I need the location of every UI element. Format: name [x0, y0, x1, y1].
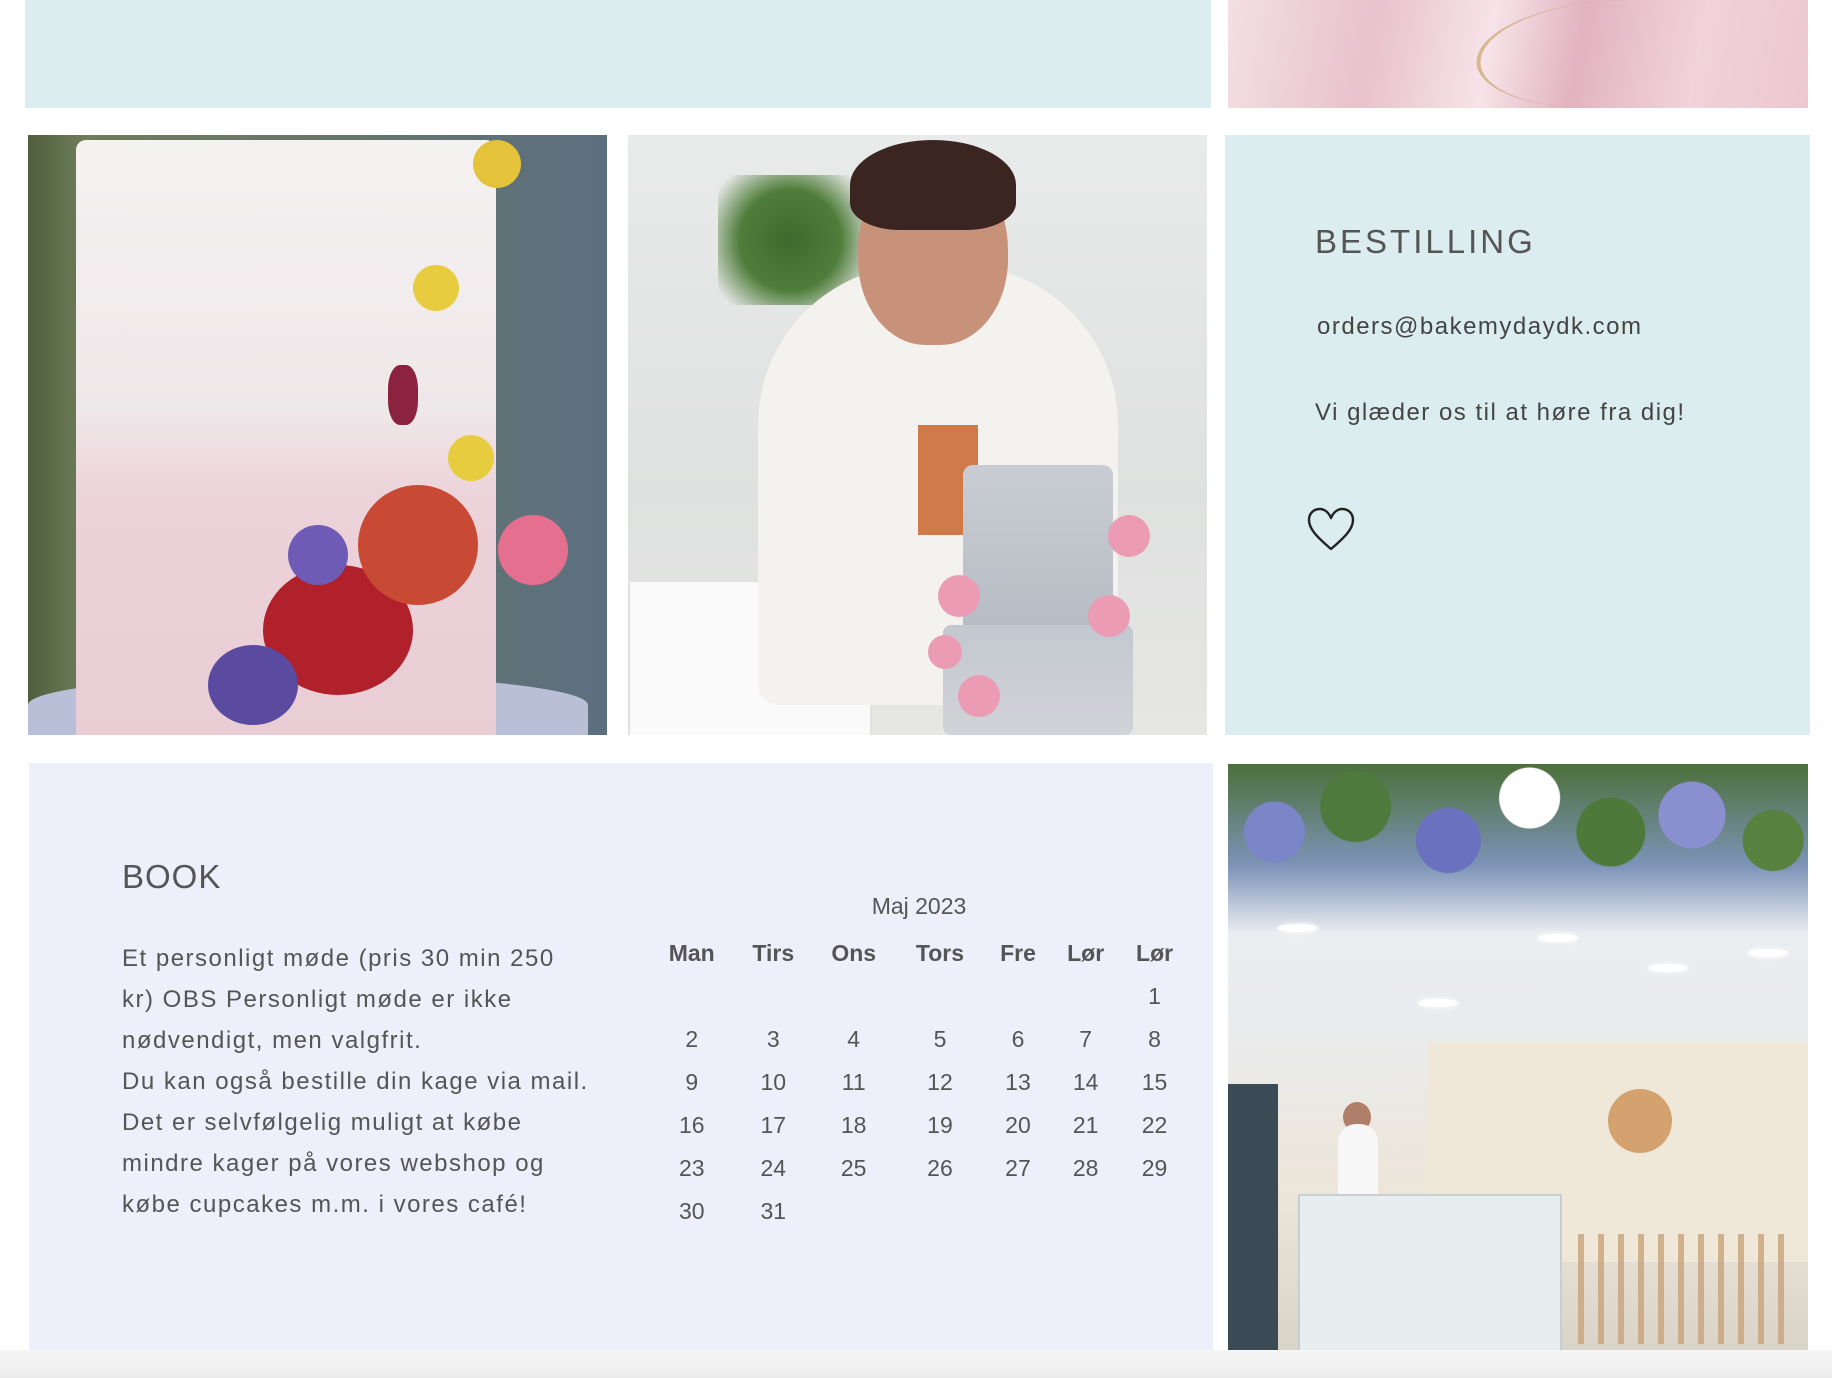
booking-description: Et personligt møde (pris 30 min 250 kr) …: [122, 938, 592, 1225]
calendar-day[interactable]: 30: [649, 1190, 734, 1233]
calendar-day[interactable]: 19: [895, 1104, 984, 1147]
calendar-day[interactable]: 10: [734, 1061, 812, 1104]
booking-paragraph: Du kan også bestille din kage via mail. …: [122, 1068, 589, 1218]
calendar-day[interactable]: 13: [985, 1061, 1052, 1104]
order-panel: BESTILLING orders@bakemydaydk.com Vi glæ…: [1225, 135, 1810, 735]
flower-cake-photo: [28, 135, 607, 735]
calendar-day[interactable]: 6: [985, 1018, 1052, 1061]
calendar-weekday-row: Man Tirs Ons Tors Fre Lør Lør: [649, 932, 1189, 975]
calendar-weekday-label: Lør: [1067, 940, 1105, 966]
calendar-day[interactable]: 16: [649, 1104, 734, 1147]
baker-photo: [628, 135, 1207, 735]
calendar-day[interactable]: 7: [1051, 1018, 1120, 1061]
calendar-day[interactable]: 25: [812, 1147, 895, 1190]
calendar-day[interactable]: 18: [812, 1104, 895, 1147]
calendar-weekday-label: Tors: [915, 940, 965, 966]
calendar-day[interactable]: 20: [985, 1104, 1052, 1147]
booking-calendar: Maj 2023 Man Tirs Ons Tors Fre Lør Lør 1234567…: [649, 893, 1189, 1233]
calendar-grid: Man Tirs Ons Tors Fre Lør Lør 1 2 3 4 5 6 7 8 9 10 11 12 1…: [649, 932, 1189, 1233]
booking-panel: BOOK Et personligt møde (pris 30 min 250…: [29, 763, 1213, 1363]
calendar-week-row: 16 17 18 19 20 21 22: [649, 1104, 1189, 1147]
calendar-week-row: 30 31: [649, 1190, 1189, 1233]
calendar-week-row: 1: [649, 975, 1189, 1018]
calendar-day[interactable]: 21: [1051, 1104, 1120, 1147]
calendar-day[interactable]: 28: [1051, 1147, 1120, 1190]
calendar-empty-cell: [812, 975, 895, 1018]
calendar-empty-cell: [734, 975, 812, 1018]
calendar-day[interactable]: 31: [734, 1190, 812, 1233]
calendar-month-label: Maj 2023: [871, 893, 967, 919]
cafe-interior-photo: [1228, 764, 1808, 1364]
calendar-empty-cell: [649, 975, 734, 1018]
calendar-day[interactable]: 3: [734, 1018, 812, 1061]
calendar-day[interactable]: 4: [812, 1018, 895, 1061]
heart-icon: [1307, 507, 1355, 551]
calendar-empty-cell: [1051, 1190, 1120, 1233]
order-tagline: Vi glæder os til at høre fra dig!: [1315, 399, 1686, 426]
top-banner-panel: [25, 0, 1211, 108]
calendar-day[interactable]: 23: [649, 1147, 734, 1190]
calendar-day[interactable]: 11: [812, 1061, 895, 1104]
page-bottom-edge: [0, 1350, 1832, 1378]
calendar-day[interactable]: 14: [1051, 1061, 1120, 1104]
calendar-day[interactable]: 1: [1120, 975, 1189, 1018]
calendar-day[interactable]: 22: [1120, 1104, 1189, 1147]
calendar-weekday-label: Fre: [1000, 940, 1036, 966]
calendar-day[interactable]: 26: [895, 1147, 984, 1190]
calendar-empty-cell: [1051, 975, 1120, 1018]
calendar-week-row: 23 24 25 26 27 28 29: [649, 1147, 1189, 1190]
calendar-day[interactable]: 27: [985, 1147, 1052, 1190]
booking-paragraph: Et personligt møde (pris 30 min 250 kr) …: [122, 945, 555, 1054]
calendar-day[interactable]: 9: [649, 1061, 734, 1104]
frosting-photo: [1228, 0, 1808, 108]
calendar-empty-cell: [985, 975, 1052, 1018]
booking-heading: BOOK: [122, 858, 222, 895]
calendar-weekday-label: Lør: [1136, 940, 1174, 966]
calendar-day[interactable]: 29: [1120, 1147, 1189, 1190]
calendar-day[interactable]: 15: [1120, 1061, 1189, 1104]
calendar-empty-cell: [1120, 1190, 1189, 1233]
calendar-weekday-label: Ons: [831, 940, 877, 966]
calendar-day[interactable]: 24: [734, 1147, 812, 1190]
calendar-day[interactable]: 12: [895, 1061, 984, 1104]
calendar-day[interactable]: 5: [895, 1018, 984, 1061]
calendar-week-row: 2345678: [649, 1018, 1189, 1061]
calendar-day[interactable]: 17: [734, 1104, 812, 1147]
calendar-empty-cell: [895, 975, 984, 1018]
calendar-empty-cell: [812, 1190, 895, 1233]
calendar-weekday-label: Man: [668, 940, 715, 966]
calendar-weekday-label: Tirs: [752, 940, 795, 966]
calendar-day[interactable]: 2: [649, 1018, 734, 1061]
calendar-empty-cell: [985, 1190, 1052, 1233]
calendar-day[interactable]: 8: [1120, 1018, 1189, 1061]
order-email-link[interactable]: orders@bakemydaydk.com: [1317, 313, 1642, 341]
calendar-empty-cell: [895, 1190, 984, 1233]
calendar-week-row: 9 10 11 12 13 14 15: [649, 1061, 1189, 1104]
order-heading: BESTILLING: [1315, 223, 1536, 260]
